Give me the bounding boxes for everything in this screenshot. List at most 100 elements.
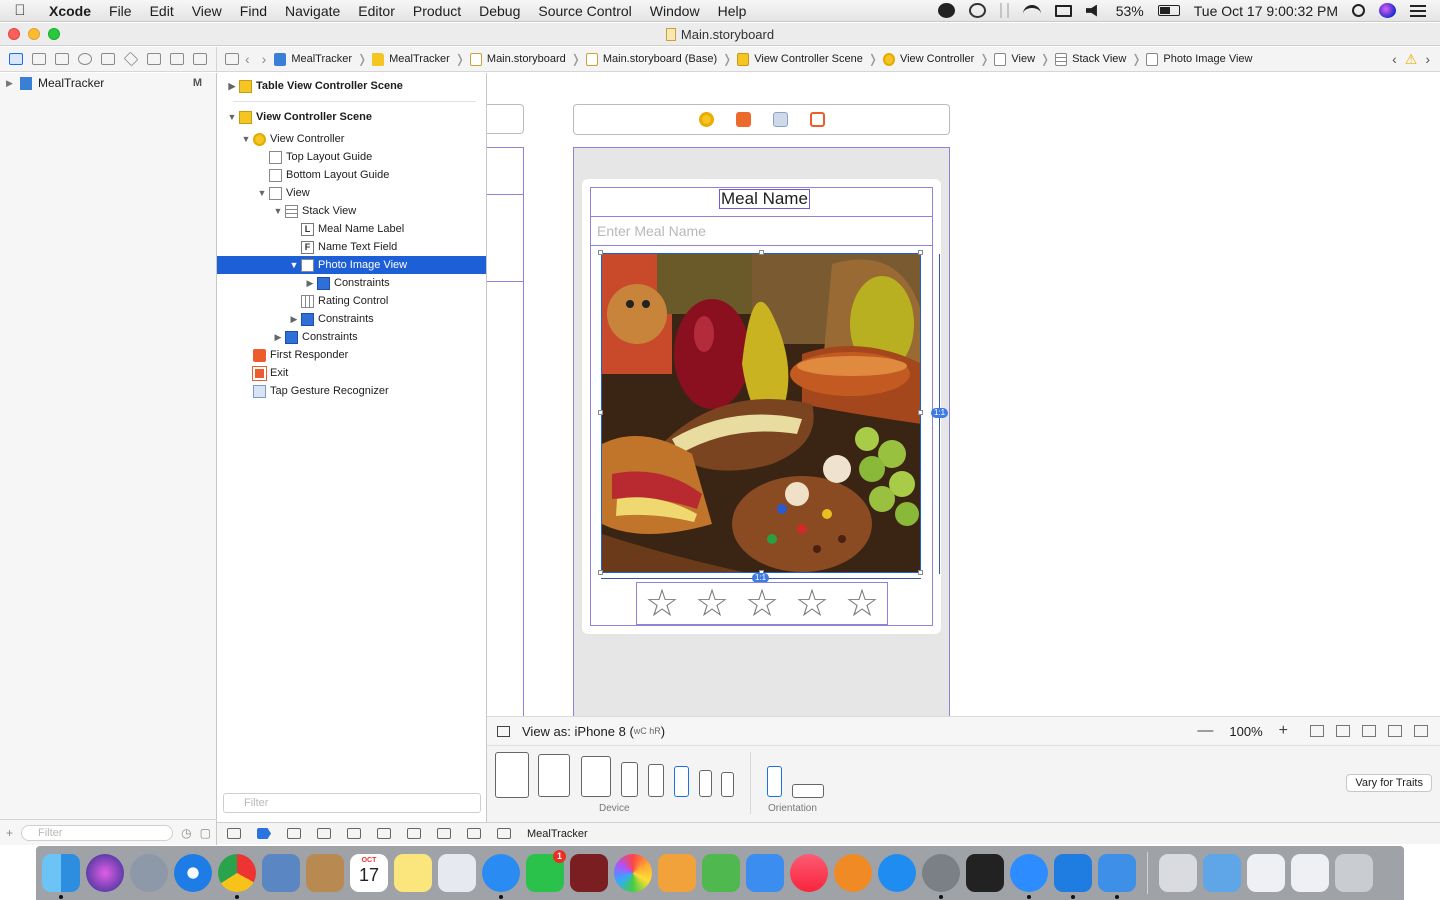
menu-edit[interactable]: Edit: [141, 3, 183, 19]
keynote-app-icon[interactable]: [746, 854, 784, 892]
add-constraints-icon[interactable]: [1388, 725, 1402, 737]
outline-row-stack-constraints[interactable]: ▶ Constraints: [217, 310, 486, 328]
menu-source-control[interactable]: Source Control: [529, 3, 640, 19]
spotlight-search-icon[interactable]: [1352, 4, 1365, 17]
menu-app-name[interactable]: Xcode: [40, 3, 100, 19]
crumb-storyboard-base[interactable]: Main.storyboard (Base): [584, 52, 719, 66]
safari-app-icon[interactable]: [174, 854, 212, 892]
outline-row-first-responder[interactable]: First Responder: [217, 346, 486, 364]
view-debugger-icon[interactable]: [407, 828, 421, 839]
debug-scheme-label[interactable]: MealTracker: [527, 828, 588, 840]
warning-icon[interactable]: ⚠: [1405, 51, 1418, 68]
star-icon[interactable]: ☆: [845, 584, 879, 624]
outline-row-view[interactable]: ▼ View: [217, 184, 486, 202]
outline-filter-input[interactable]: Filter: [223, 793, 481, 813]
view-controller-icon[interactable]: [698, 112, 714, 127]
trash-icon[interactable]: [1335, 854, 1373, 892]
project-filter-input[interactable]: Filter: [21, 824, 174, 841]
downloads-stack-icon[interactable]: [1159, 854, 1197, 892]
menu-navigate[interactable]: Navigate: [276, 3, 349, 19]
resize-handle[interactable]: [598, 410, 603, 415]
device-ipad-icon[interactable]: [581, 756, 611, 797]
zoom-out-button[interactable]: —: [1197, 722, 1213, 740]
photos-app-icon[interactable]: [614, 854, 652, 892]
outline-row-meal-name-label[interactable]: L Meal Name Label: [217, 220, 486, 238]
previous-issue-icon[interactable]: ‹: [1392, 51, 1397, 67]
disclosure-triangle-open-icon[interactable]: ▼: [255, 188, 269, 198]
siri-app-icon[interactable]: [86, 854, 124, 892]
aspect-ratio-badge-vertical[interactable]: 1:1: [931, 408, 949, 418]
crumb-view[interactable]: View: [992, 52, 1037, 66]
launchpad-app-icon[interactable]: [130, 854, 168, 892]
minimize-window-button[interactable]: [28, 28, 40, 40]
terminal-app-icon[interactable]: [966, 854, 1004, 892]
step-over-icon[interactable]: [317, 828, 331, 839]
menu-debug[interactable]: Debug: [470, 3, 529, 19]
menu-help[interactable]: Help: [709, 3, 756, 19]
update-frames-icon[interactable]: [1310, 725, 1324, 737]
step-out-icon[interactable]: [377, 828, 391, 839]
first-responder-icon[interactable]: [735, 112, 751, 127]
align-icon[interactable]: [1362, 725, 1376, 737]
outline-row-bottom-layout-guide[interactable]: Bottom Layout Guide: [217, 166, 486, 184]
device-iphone-se-icon[interactable]: [699, 770, 712, 797]
menu-find[interactable]: Find: [231, 3, 276, 19]
source-control-filter-icon[interactable]: ▢: [200, 826, 211, 840]
step-into-icon[interactable]: [347, 828, 361, 839]
storyboard-canvas[interactable]: Meal Name Enter Meal Name 1:1 1:1 ☆ ☆ ☆ …: [487, 73, 1440, 716]
photo-booth-app-icon[interactable]: [570, 854, 608, 892]
report-navigator-tab-icon[interactable]: [193, 53, 208, 65]
table-view-scene[interactable]: [487, 147, 524, 282]
pages-app-icon[interactable]: [658, 854, 696, 892]
hide-debug-area-icon[interactable]: [227, 828, 241, 839]
outline-row-exit[interactable]: Exit: [217, 364, 486, 382]
stack-view[interactable]: Meal Name Enter Meal Name 1:1 1:1 ☆ ☆ ☆ …: [590, 187, 949, 626]
notes-app-icon[interactable]: [394, 854, 432, 892]
breakpoint-navigator-tab-icon[interactable]: [170, 53, 185, 65]
orientation-portrait-icon[interactable]: [767, 766, 782, 797]
project-navigator-tab-icon[interactable]: [8, 53, 23, 65]
device-iphone-4s-icon[interactable]: [721, 772, 734, 797]
time-machine-icon[interactable]: [968, 3, 986, 18]
menu-view[interactable]: View: [183, 3, 231, 19]
crumb-group[interactable]: MealTracker: [370, 52, 452, 66]
simulate-location-icon[interactable]: [467, 828, 481, 839]
crumb-stack-view[interactable]: Stack View: [1053, 52, 1128, 66]
debug-navigator-tab-icon[interactable]: [147, 53, 162, 65]
resize-handle[interactable]: [759, 250, 764, 255]
messages-app-icon[interactable]: [482, 854, 520, 899]
record-icon[interactable]: [937, 3, 955, 18]
project-root-row[interactable]: ▶ MealTracker M: [0, 73, 216, 93]
calendar-app-icon[interactable]: OCT 17: [350, 854, 388, 892]
menu-file[interactable]: File: [100, 3, 141, 19]
menu-editor[interactable]: Editor: [349, 3, 404, 19]
outline-row-rating-control[interactable]: Rating Control: [217, 292, 486, 310]
zoom-app-icon[interactable]: [1010, 854, 1048, 899]
outline-row-photo-constraints[interactable]: ▶ Constraints: [217, 274, 486, 292]
resize-handle[interactable]: [598, 570, 603, 575]
star-icon[interactable]: ☆: [695, 584, 729, 624]
finder-app-icon[interactable]: [42, 854, 80, 899]
meal-name-text-field[interactable]: Enter Meal Name: [591, 216, 932, 246]
facetime-app-icon[interactable]: 1: [526, 850, 566, 892]
embed-in-stack-icon[interactable]: [1336, 725, 1350, 737]
crumb-storyboard[interactable]: Main.storyboard: [468, 52, 568, 66]
pause-icon[interactable]: [287, 828, 301, 839]
siri-icon[interactable]: [1379, 3, 1396, 18]
issue-navigator-tab-icon[interactable]: [100, 53, 115, 65]
photo-image-view[interactable]: [601, 253, 921, 573]
vary-for-traits-button[interactable]: Vary for Traits: [1346, 774, 1432, 792]
apple-menu-icon[interactable]: : [0, 2, 40, 19]
outline-row-view-constraints[interactable]: ▶ Constraints: [217, 328, 486, 346]
meal-name-label[interactable]: Meal Name: [719, 189, 810, 209]
outline-row-top-layout-guide[interactable]: Top Layout Guide: [217, 148, 486, 166]
device-ipad-pro-10-icon[interactable]: [538, 754, 570, 797]
next-issue-icon[interactable]: ›: [1425, 51, 1430, 67]
battery-percent[interactable]: 53%: [1116, 3, 1144, 19]
disclosure-triangle-open-icon[interactable]: ▼: [271, 206, 285, 216]
app-store-app-icon[interactable]: [878, 854, 916, 892]
simulator-app-icon[interactable]: [1098, 854, 1136, 899]
resize-handle[interactable]: [598, 250, 603, 255]
orientation-landscape-icon[interactable]: [792, 784, 824, 798]
outline-row-photo-image-view[interactable]: ▼ Photo Image View: [217, 256, 486, 274]
